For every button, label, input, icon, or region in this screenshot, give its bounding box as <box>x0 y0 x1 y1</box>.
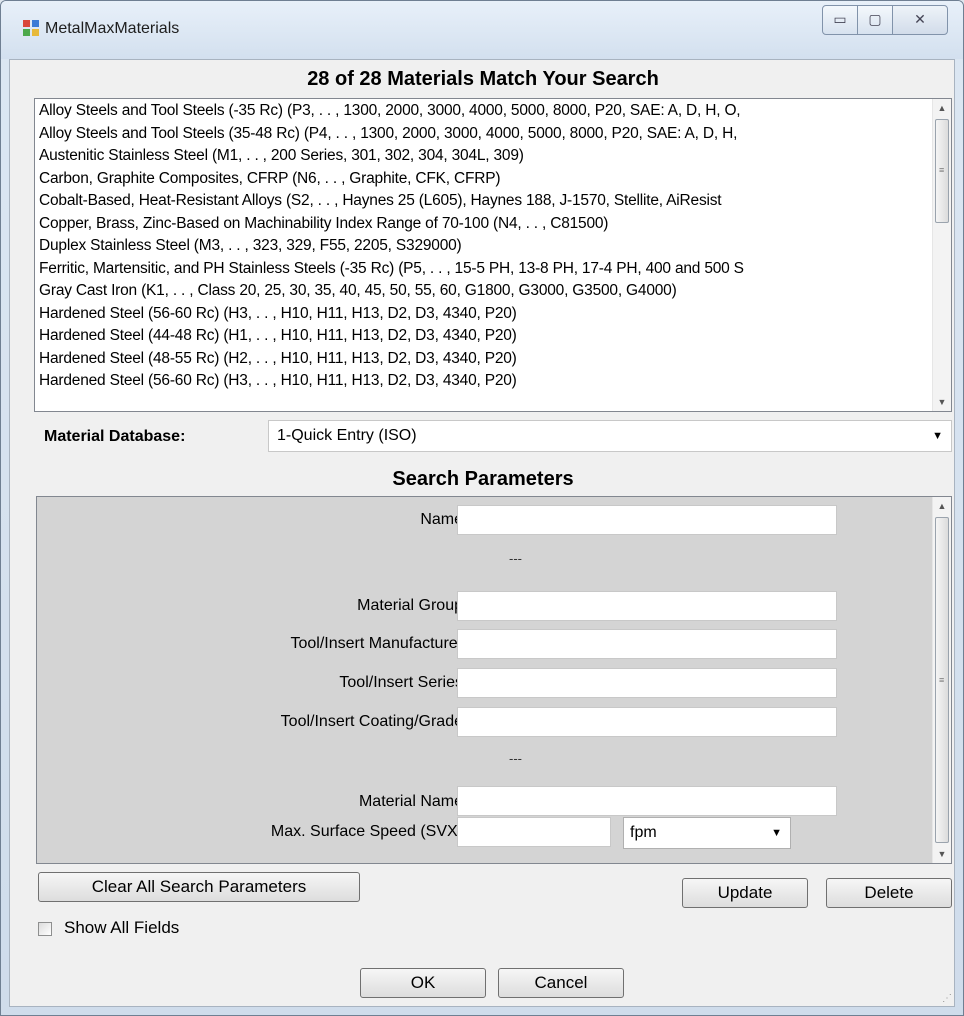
max-surface-speed-label: Max. Surface Speed (SVX) <box>270 823 463 840</box>
dialog-body: 28 of 28 Materials Match Your Search All… <box>9 59 955 1007</box>
close-button[interactable]: ✕ <box>892 5 948 35</box>
scroll-down-icon[interactable]: ▼ <box>933 393 951 411</box>
material-name-field[interactable] <box>457 786 837 816</box>
show-all-fields-label[interactable]: Show All Fields <box>64 918 179 938</box>
resize-grip-icon[interactable]: ⋰ <box>942 993 952 1004</box>
material-name-label: Material Name <box>358 793 463 810</box>
minimize-button[interactable]: ▭ <box>822 5 858 35</box>
params-scroll-thumb[interactable]: ≡ <box>935 517 949 843</box>
separator: --- <box>509 551 522 566</box>
title-bar[interactable]: MetalMaxMaterials ▭ ▢ ✕ <box>1 1 963 59</box>
list-item[interactable]: Cobalt-Based, Heat-Resistant Alloys (S2,… <box>39 190 929 213</box>
minimize-icon: ▭ <box>833 11 847 27</box>
materials-list[interactable]: Alloy Steels and Tool Steels (-35 Rc) (P… <box>34 98 952 412</box>
material-group-field[interactable] <box>457 591 837 621</box>
list-item[interactable]: Alloy Steels and Tool Steels (35-48 Rc) … <box>39 123 929 146</box>
list-item[interactable]: Ferritic, Martensitic, and PH Stainless … <box>39 258 929 281</box>
cancel-button[interactable]: Cancel <box>498 968 624 998</box>
ok-button[interactable]: OK <box>360 968 486 998</box>
list-item[interactable]: Austenitic Stainless Steel (M1, . . , 20… <box>39 145 929 168</box>
list-item[interactable]: Gray Cast Iron (K1, . . , Class 20, 25, … <box>39 280 929 303</box>
list-item[interactable]: Duplex Stainless Steel (M3, . . , 323, 3… <box>39 235 929 258</box>
maximize-icon: ▢ <box>868 11 882 27</box>
list-item[interactable]: Copper, Brass, Zinc-Based on Machinabili… <box>39 213 929 236</box>
update-button[interactable]: Update <box>682 878 808 908</box>
search-parameters-panel: Name --- Material Group Tool/Insert Manu… <box>36 496 952 864</box>
list-item[interactable]: Hardened Steel (44-48 Rc) (H1, . . , H10… <box>39 325 929 348</box>
delete-button[interactable]: Delete <box>826 878 952 908</box>
tool-coating-field[interactable] <box>457 707 837 737</box>
list-item[interactable]: Carbon, Graphite Composites, CFRP (N6, .… <box>39 168 929 191</box>
grip-icon: ≡ <box>939 675 945 685</box>
close-icon: ✕ <box>914 11 926 27</box>
list-item[interactable]: Hardened Steel (56-60 Rc) (H3, . . , H10… <box>39 370 929 393</box>
name-field[interactable] <box>457 505 837 535</box>
separator: --- <box>509 751 522 766</box>
materials-list-items: Alloy Steels and Tool Steels (-35 Rc) (P… <box>39 100 929 393</box>
window-title: MetalMaxMaterials <box>45 20 180 37</box>
show-all-fields-checkbox[interactable] <box>38 922 52 936</box>
speed-unit-value: fpm <box>630 824 657 841</box>
materials-window: MetalMaxMaterials ▭ ▢ ✕ 28 of 28 Materia… <box>0 0 964 1016</box>
grip-icon: ≡ <box>939 165 945 175</box>
tool-manufacturer-label: Tool/Insert Manufacturer <box>290 635 463 652</box>
list-item[interactable]: Hardened Steel (56-60 Rc) (H3, . . , H10… <box>39 303 929 326</box>
list-item[interactable]: Alloy Steels and Tool Steels (-35 Rc) (P… <box>39 100 929 123</box>
tool-coating-label: Tool/Insert Coating/Grade <box>280 713 463 730</box>
max-surface-speed-field[interactable] <box>457 817 611 847</box>
material-database-value: 1-Quick Entry (ISO) <box>277 427 417 444</box>
dropdown-arrow-icon: ▼ <box>771 827 782 839</box>
list-item[interactable]: Hardened Steel (48-55 Rc) (H2, . . , H10… <box>39 348 929 371</box>
params-scrollbar[interactable]: ▲ ≡ ▼ <box>932 497 951 863</box>
results-scroll-thumb[interactable]: ≡ <box>935 119 949 223</box>
tool-series-field[interactable] <box>457 668 837 698</box>
app-icon <box>23 20 39 36</box>
material-database-select[interactable]: 1-Quick Entry (ISO) ▼ <box>268 420 952 452</box>
scroll-down-icon[interactable]: ▼ <box>933 845 951 863</box>
search-parameters-title: Search Parameters <box>392 468 574 490</box>
speed-unit-select[interactable]: fpm ▼ <box>623 817 791 849</box>
results-header: 28 of 28 Materials Match Your Search <box>307 68 659 90</box>
tool-manufacturer-field[interactable] <box>457 629 837 659</box>
scroll-up-icon[interactable]: ▲ <box>933 99 951 117</box>
tool-series-label: Tool/Insert Series <box>339 674 463 691</box>
maximize-button[interactable]: ▢ <box>857 5 893 35</box>
material-database-label: Material Database: <box>44 428 186 445</box>
results-scrollbar[interactable]: ▲ ≡ ▼ <box>932 99 951 411</box>
dropdown-arrow-icon: ▼ <box>932 430 943 442</box>
material-group-label: Material Group <box>357 597 463 614</box>
scroll-up-icon[interactable]: ▲ <box>933 497 951 515</box>
clear-all-search-parameters-button[interactable]: Clear All Search Parameters <box>38 872 360 902</box>
